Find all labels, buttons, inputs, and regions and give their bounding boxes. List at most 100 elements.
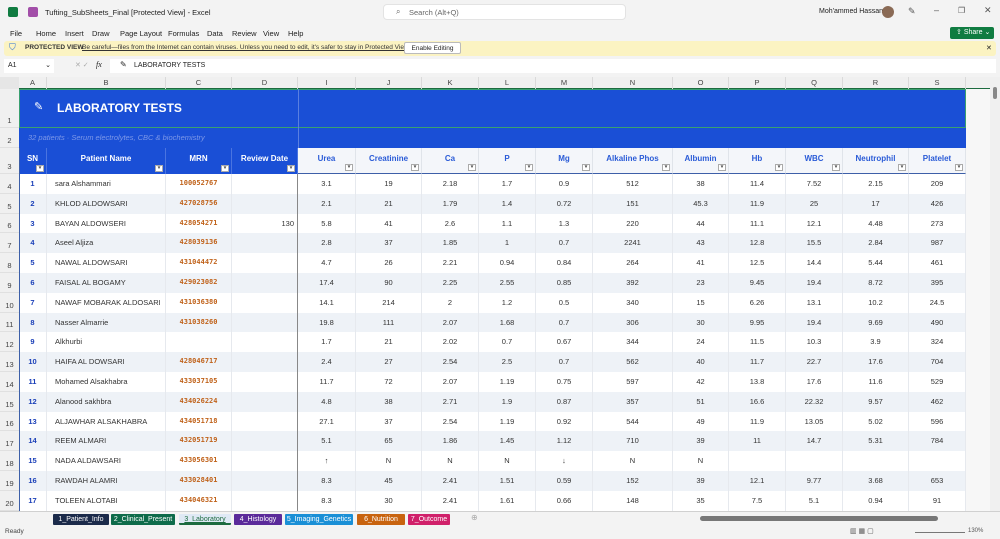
patient-name[interactable]: HAIFA AL DOWSARI bbox=[47, 352, 166, 372]
lab-value-p[interactable]: 2.55 bbox=[479, 273, 536, 293]
lab-value-p[interactable]: 0.7 bbox=[479, 332, 536, 353]
lab-value-creatinine[interactable]: 37 bbox=[356, 411, 422, 432]
lab-value-wbc[interactable]: 17.6 bbox=[786, 372, 843, 392]
column-header-N[interactable]: N bbox=[593, 77, 673, 89]
column-header-K[interactable]: K bbox=[422, 77, 479, 89]
sn[interactable]: 5 bbox=[19, 253, 47, 273]
filter-dropdown-icon[interactable]: ▾ bbox=[155, 165, 163, 172]
lab-value-creatinine[interactable]: 90 bbox=[356, 273, 422, 293]
lab-value-p[interactable]: 1.2 bbox=[479, 292, 536, 313]
lab-value-platelet[interactable]: 91 bbox=[909, 490, 966, 511]
lab-value-albumin[interactable]: 43 bbox=[673, 233, 729, 254]
lab-value-mg[interactable]: 0.84 bbox=[536, 253, 593, 273]
filter-dropdown-icon[interactable]: ▾ bbox=[718, 164, 726, 171]
lab-value-albumin[interactable]: 51 bbox=[673, 391, 729, 412]
sheet-tab-4_histology[interactable]: 4_Histology bbox=[234, 514, 282, 525]
column-header-P[interactable]: P bbox=[729, 77, 786, 89]
lab-value-albumin[interactable]: 40 bbox=[673, 352, 729, 372]
lab-value-p[interactable]: 0.94 bbox=[479, 253, 536, 273]
row-header-4[interactable]: 4 bbox=[0, 174, 19, 194]
lab-value-platelet[interactable]: 529 bbox=[909, 372, 966, 392]
lab-value-creatinine[interactable]: 26 bbox=[356, 253, 422, 273]
review-date[interactable] bbox=[232, 174, 298, 194]
lab-value-mg[interactable]: 1.12 bbox=[536, 431, 593, 452]
lab-value-platelet[interactable]: 395 bbox=[909, 273, 966, 293]
lab-value-alkaline-phos[interactable]: 344 bbox=[593, 332, 673, 353]
review-date[interactable] bbox=[232, 372, 298, 392]
lab-value-neutrophil[interactable]: 2.15 bbox=[843, 174, 909, 194]
row-header-5[interactable]: 5 bbox=[0, 193, 19, 214]
sn[interactable]: 10 bbox=[19, 352, 47, 372]
lab-value-ca[interactable]: 2.07 bbox=[422, 312, 479, 333]
review-date[interactable] bbox=[232, 431, 298, 452]
lab-value-alkaline-phos[interactable]: 264 bbox=[593, 253, 673, 273]
save-icon[interactable] bbox=[28, 7, 38, 17]
lab-value-neutrophil[interactable]: 17.6 bbox=[843, 352, 909, 372]
lab-value-wbc[interactable]: 7.52 bbox=[786, 174, 843, 194]
lab-value-mg[interactable]: 0.7 bbox=[536, 233, 593, 254]
row-header-15[interactable]: 15 bbox=[0, 391, 19, 412]
sheet-tab-1_patient_info[interactable]: 1_Patient_Info bbox=[53, 514, 109, 525]
lab-value-neutrophil[interactable]: 4.48 bbox=[843, 213, 909, 234]
lab-value-p[interactable]: 1.61 bbox=[479, 490, 536, 511]
lab-value-mg[interactable]: 0.87 bbox=[536, 391, 593, 412]
lab-value-wbc[interactable]: 5.1 bbox=[786, 490, 843, 511]
lab-value-creatinine[interactable]: 65 bbox=[356, 431, 422, 452]
review-date[interactable] bbox=[232, 292, 298, 313]
column-header-R[interactable]: R bbox=[843, 77, 909, 89]
lab-value-neutrophil[interactable]: 5.02 bbox=[843, 411, 909, 432]
lab-value-mg[interactable]: ↓ bbox=[536, 451, 593, 471]
lab-value-albumin[interactable]: 45.3 bbox=[673, 193, 729, 214]
lab-value-neutrophil[interactable]: 3.9 bbox=[843, 332, 909, 353]
lab-value-urea[interactable]: 19.8 bbox=[298, 312, 356, 333]
lab-value-mg[interactable]: 0.59 bbox=[536, 471, 593, 491]
lab-value-platelet[interactable]: 324 bbox=[909, 332, 966, 353]
sheet-tab-6_nutrition[interactable]: 6_Nutrition bbox=[357, 514, 405, 525]
sn[interactable]: 2 bbox=[19, 193, 47, 214]
lab-value-alkaline-phos[interactable]: 710 bbox=[593, 431, 673, 452]
lab-value-albumin[interactable]: 39 bbox=[673, 431, 729, 452]
sn[interactable]: 7 bbox=[19, 292, 47, 313]
lab-value-platelet[interactable] bbox=[909, 451, 966, 471]
column-header-Q[interactable]: Q bbox=[786, 77, 843, 89]
lab-value-urea[interactable]: 1.7 bbox=[298, 332, 356, 353]
lab-value-alkaline-phos[interactable]: 148 bbox=[593, 490, 673, 511]
lab-value-creatinine[interactable]: 111 bbox=[356, 312, 422, 333]
lab-value-ca[interactable]: 2.25 bbox=[422, 273, 479, 293]
sn[interactable]: 16 bbox=[19, 471, 47, 491]
lab-value-ca[interactable]: 2 bbox=[422, 292, 479, 313]
mrn[interactable]: 429023082 bbox=[166, 273, 232, 293]
filter-dropdown-icon[interactable]: ▾ bbox=[411, 164, 419, 171]
lab-value-creatinine[interactable]: 214 bbox=[356, 292, 422, 313]
sheet-tab-3_laboratory[interactable]: 3_Laboratory bbox=[179, 514, 231, 525]
sn[interactable]: 15 bbox=[19, 451, 47, 471]
patient-name[interactable]: sara Alshammari bbox=[47, 174, 166, 194]
lab-value-wbc[interactable]: 9.77 bbox=[786, 471, 843, 491]
filter-dropdown-icon[interactable]: ▾ bbox=[832, 164, 840, 171]
column-header-M[interactable]: M bbox=[536, 77, 593, 89]
lab-value-creatinine[interactable]: 37 bbox=[356, 233, 422, 254]
row-header-1[interactable]: 1 bbox=[0, 89, 19, 128]
lab-value-alkaline-phos[interactable]: 306 bbox=[593, 312, 673, 333]
lab-value-wbc[interactable]: 14.4 bbox=[786, 253, 843, 273]
filter-dropdown-icon[interactable]: ▾ bbox=[955, 164, 963, 171]
lab-value-alkaline-phos[interactable]: N bbox=[593, 451, 673, 471]
menu-insert[interactable]: Insert bbox=[65, 29, 84, 38]
lab-value-neutrophil[interactable]: 5.44 bbox=[843, 253, 909, 273]
lab-value-albumin[interactable]: 15 bbox=[673, 292, 729, 313]
lab-value-hb[interactable] bbox=[729, 451, 786, 471]
lab-value-hb[interactable]: 7.5 bbox=[729, 490, 786, 511]
lab-value-hb[interactable]: 11.5 bbox=[729, 332, 786, 353]
patient-name[interactable]: Aseel Aljiza bbox=[47, 233, 166, 254]
lab-value-urea[interactable]: 14.1 bbox=[298, 292, 356, 313]
lab-value-wbc[interactable]: 13.1 bbox=[786, 292, 843, 313]
patient-name[interactable]: Alkhurbi bbox=[47, 332, 166, 353]
lab-value-wbc[interactable]: 13.05 bbox=[786, 411, 843, 432]
row-header-14[interactable]: 14 bbox=[0, 372, 19, 392]
lab-value-albumin[interactable]: 38 bbox=[673, 174, 729, 194]
review-date[interactable] bbox=[232, 312, 298, 333]
lab-value-creatinine[interactable]: 21 bbox=[356, 332, 422, 353]
row-header-7[interactable]: 7 bbox=[0, 233, 19, 254]
lab-value-ca[interactable]: 2.71 bbox=[422, 391, 479, 412]
lab-value-p[interactable]: 1.7 bbox=[479, 174, 536, 194]
